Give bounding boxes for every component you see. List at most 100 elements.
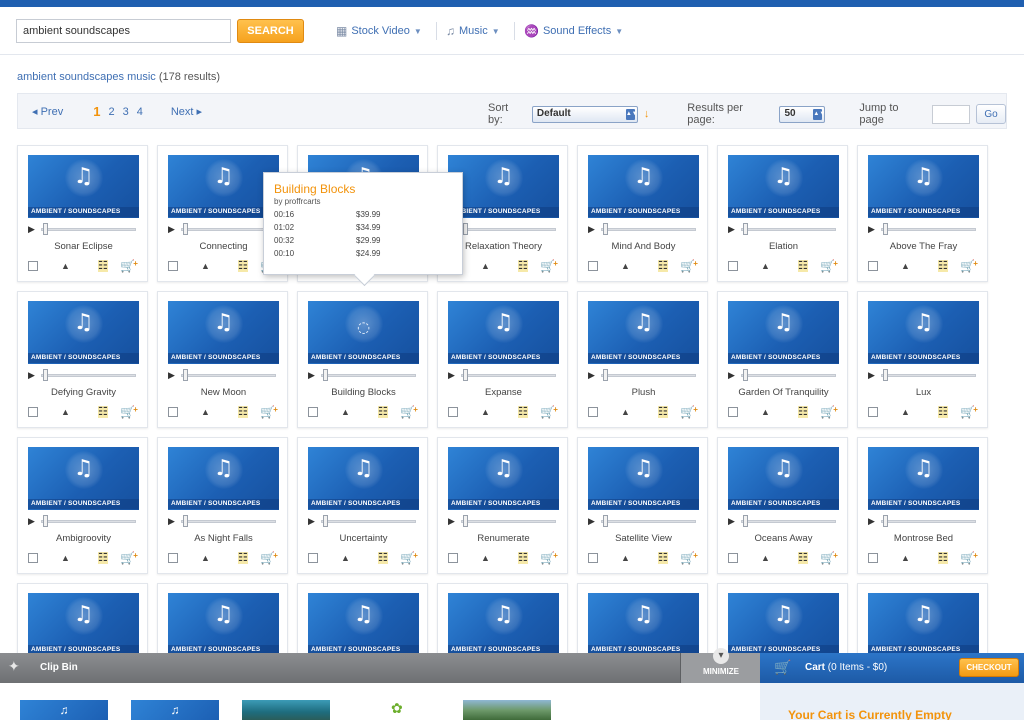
scrub-track[interactable] [601, 374, 696, 377]
play-icon[interactable]: ▶ [588, 223, 595, 235]
select-checkbox[interactable] [728, 553, 738, 563]
clip-title[interactable]: Expanse [440, 387, 567, 398]
add-to-cart-icon[interactable]: 🛒+ [680, 551, 698, 565]
search-input[interactable] [16, 19, 231, 43]
select-checkbox[interactable] [588, 553, 598, 563]
clip-thumbnail[interactable]: ♫AMBIENT / SOUNDSCAPES [588, 593, 699, 656]
minimize-button[interactable]: ▾ MINIMIZE [680, 648, 760, 683]
download-icon[interactable]: ▲ [61, 551, 70, 565]
clip-card[interactable]: ♫ AMBIENT / SOUNDSCAPES ▶ Garden Of Tranqui… [717, 291, 848, 428]
clip-title[interactable]: Garden Of Tranquility [720, 387, 847, 398]
sort-select[interactable]: Default ▲▼ [531, 105, 638, 123]
add-to-bin-icon[interactable]: ☷ [378, 552, 388, 564]
scrub-track[interactable] [601, 520, 696, 523]
search-button[interactable]: SEARCH [237, 19, 304, 43]
checkout-button[interactable]: CHECKOUT [959, 658, 1019, 677]
clip-thumbnail[interactable]: ♫AMBIENT / SOUNDSCAPES [308, 447, 419, 510]
page-link[interactable]: 3 [123, 106, 129, 118]
play-icon[interactable]: ▶ [728, 223, 735, 235]
add-to-cart-icon[interactable]: 🛒+ [120, 551, 138, 565]
add-to-cart-icon[interactable]: 🛒+ [680, 405, 698, 419]
clip-card[interactable]: ♫ AMBIENT / SOUNDSCAPES ▶ Plush ▲ ☷ 🛒 + [577, 291, 708, 428]
clip-card[interactable]: ♫ AMBIENT / SOUNDSCAPES ▶ Lux ▲ ☷ 🛒 + [857, 291, 988, 428]
add-to-bin-icon[interactable]: ☷ [938, 260, 948, 272]
play-icon[interactable]: ▶ [728, 369, 735, 381]
download-icon[interactable]: ▲ [621, 551, 630, 565]
download-icon[interactable]: ▲ [481, 259, 490, 273]
scrub-handle[interactable] [183, 223, 188, 235]
clip-title[interactable]: Oceans Away [720, 533, 847, 544]
clip-title[interactable]: Lux [860, 387, 987, 398]
clip-title[interactable]: Defying Gravity [20, 387, 147, 398]
category-sound-effects[interactable]: ♒ Sound Effects ▼ [524, 24, 623, 38]
scrub-handle[interactable] [743, 223, 748, 235]
scrub-handle[interactable] [43, 369, 48, 381]
download-icon[interactable]: ▲ [761, 551, 770, 565]
add-to-bin-icon[interactable]: ☷ [238, 406, 248, 418]
add-to-bin-icon[interactable]: ☷ [798, 260, 808, 272]
clip-card[interactable]: ♫ AMBIENT / SOUNDSCAPES ▶ Above The Fray ▲ ☷ 🛒… [857, 145, 988, 282]
price-row[interactable]: 00:32 $29.99 [274, 236, 452, 245]
bin-clip-thumbnail[interactable] [242, 700, 330, 720]
play-icon[interactable]: ▶ [308, 369, 315, 381]
play-icon[interactable]: ▶ [28, 223, 35, 235]
scrub-track[interactable] [181, 228, 276, 231]
results-per-page-select[interactable]: 50 ▲▼ [779, 105, 826, 123]
clip-thumbnail[interactable]: ♫AMBIENT / SOUNDSCAPES [168, 447, 279, 510]
add-to-bin-icon[interactable]: ☷ [938, 406, 948, 418]
category-music[interactable]: ♫ Music ▼ [446, 24, 500, 38]
scrub-handle[interactable] [463, 369, 468, 381]
clip-title[interactable]: Montrose Bed [860, 533, 987, 544]
clip-thumbnail[interactable]: ♫AMBIENT / SOUNDSCAPES [28, 593, 139, 656]
select-checkbox[interactable] [28, 407, 38, 417]
clip-title[interactable]: Satellite View [580, 533, 707, 544]
play-icon[interactable]: ▶ [588, 515, 595, 527]
price-row[interactable]: 00:16 $39.99 [274, 210, 452, 219]
clip-card[interactable]: ♫ AMBIENT / SOUNDSCAPES ▶ Defying Gravity ▲ ☷… [17, 291, 148, 428]
add-to-cart-icon[interactable]: 🛒+ [540, 259, 558, 273]
scrub-handle[interactable] [43, 515, 48, 527]
play-icon[interactable]: ▶ [168, 223, 175, 235]
scrub-handle[interactable] [603, 369, 608, 381]
scrub-track[interactable] [601, 228, 696, 231]
add-to-bin-icon[interactable]: ☷ [98, 260, 108, 272]
clip-title[interactable]: Elation [720, 241, 847, 252]
clip-thumbnail[interactable]: ♫AMBIENT / SOUNDSCAPES [168, 301, 279, 364]
scrub-handle[interactable] [463, 515, 468, 527]
clip-thumbnail[interactable]: ♫AMBIENT / SOUNDSCAPES [588, 447, 699, 510]
add-to-cart-icon[interactable]: 🛒+ [120, 405, 138, 419]
add-to-cart-icon[interactable]: 🛒+ [260, 405, 278, 419]
clip-card[interactable]: ♫ AMBIENT / SOUNDSCAPES ▶ Montrose Bed ▲ ☷ 🛒 + [857, 437, 988, 574]
clip-thumbnail[interactable]: ♫AMBIENT / SOUNDSCAPES [868, 301, 979, 364]
add-to-cart-icon[interactable]: 🛒+ [960, 405, 978, 419]
clip-title[interactable]: Sonar Eclipse [20, 241, 147, 252]
clip-card[interactable]: ♫ AMBIENT / SOUNDSCAPES ▶ Renumerate ▲ ☷ 🛒 + [437, 437, 568, 574]
clip-title[interactable]: Plush [580, 387, 707, 398]
scrub-handle[interactable] [603, 515, 608, 527]
add-to-cart-icon[interactable]: 🛒+ [260, 551, 278, 565]
add-to-bin-icon[interactable]: ☷ [658, 260, 668, 272]
prev-link[interactable]: ◂ Prev [32, 105, 63, 118]
clip-thumbnail[interactable]: ♫AMBIENT / SOUNDSCAPES [168, 593, 279, 656]
clip-card[interactable]: ♫ AMBIENT / SOUNDSCAPES ▶ Expanse ▲ ☷ 🛒 + [437, 291, 568, 428]
clip-card[interactable]: ♫ AMBIENT / SOUNDSCAPES ▶ Sonar Eclipse ▲ ☷ 🛒 + [17, 145, 148, 282]
clip-thumbnail[interactable]: ♫AMBIENT / SOUNDSCAPES [448, 447, 559, 510]
add-to-cart-icon[interactable]: 🛒+ [400, 405, 418, 419]
clip-thumbnail[interactable]: ♫AMBIENT / SOUNDSCAPES [868, 155, 979, 218]
page-link[interactable]: 4 [137, 106, 143, 118]
add-to-cart-icon[interactable]: 🛒+ [820, 551, 838, 565]
clip-title[interactable]: Mind And Body [580, 241, 707, 252]
clip-title[interactable]: As Night Falls [160, 533, 287, 544]
clip-title[interactable]: Uncertainty [300, 533, 427, 544]
select-checkbox[interactable] [588, 261, 598, 271]
scrub-handle[interactable] [323, 369, 328, 381]
add-to-cart-icon[interactable]: 🛒+ [820, 405, 838, 419]
cart-summary[interactable]: Cart (0 Items - $0) [805, 662, 887, 673]
add-to-bin-icon[interactable]: ☷ [658, 406, 668, 418]
add-to-bin-icon[interactable]: ☷ [518, 406, 528, 418]
scrub-track[interactable] [881, 228, 976, 231]
bin-clip-thumbnail[interactable]: ✿ [353, 700, 441, 720]
select-checkbox[interactable] [28, 553, 38, 563]
add-to-bin-icon[interactable]: ☷ [658, 552, 668, 564]
scrub-track[interactable] [741, 520, 836, 523]
